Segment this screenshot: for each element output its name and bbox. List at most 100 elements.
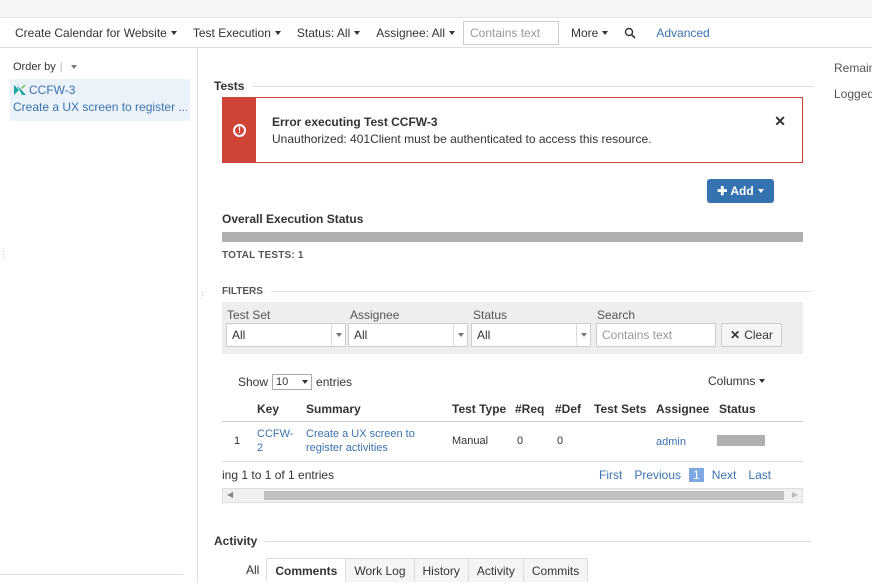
columns-label: Columns [708,374,756,388]
test-key-link[interactable]: CCFW- 2 [257,427,293,455]
filters-panel: Test Set All Assignee All Status All Sea… [222,302,803,354]
assignee-select[interactable]: All [348,323,468,347]
show-label: Show [238,375,269,389]
chevron-down-icon [449,30,455,35]
divider: | [59,61,63,73]
next-page-link[interactable]: Next [712,468,737,482]
total-tests: TOTAL TESTS: 1 [222,250,304,261]
search-label: Search [597,308,636,322]
type-filter[interactable]: Test Execution [193,26,281,40]
column-header-test-sets[interactable]: Test Sets [594,402,646,416]
chevron-down-icon [576,324,590,346]
more-filter[interactable]: More [571,26,609,40]
filters-heading: FILTERS [222,286,811,297]
project-filter-label: Create Calendar for Website [15,25,167,40]
entries-label: entries [316,375,353,389]
table-row: 1 CCFW- 2 Create a UX screen to register a… [222,422,803,462]
tab-history[interactable]: History [413,558,469,582]
first-page-link[interactable]: First [599,468,622,482]
add-button[interactable]: ✚ Add [707,179,774,203]
filter-bar: Create Calendar for Website Test Executi… [0,18,872,48]
assignee-link[interactable]: admin [656,435,686,449]
page-length-control: Show 10 entries [238,374,352,390]
status-filter[interactable]: Status: All [297,26,361,40]
column-header-assignee[interactable]: Assignee [656,402,709,416]
test-execution-icon [14,85,26,95]
previous-page-link[interactable]: Previous [634,468,681,482]
tab-work-log[interactable]: Work Log [345,558,415,582]
test-summary-link[interactable]: Create a UX screen to register activities [306,427,415,455]
test-type: Manual [452,435,489,447]
column-header-test-type[interactable]: Test Type [452,402,506,416]
test-key-line: 2 [257,442,264,454]
issue-key[interactable]: CCFW-3 [13,82,187,98]
clear-button[interactable]: ✕ Clear [721,323,782,347]
chevron-down-icon [757,189,764,193]
pagination: First Previous 1 Next Last [599,468,783,482]
chevron-down-icon [331,324,345,346]
horizontal-scrollbar[interactable]: ◀ ▶ [222,488,803,503]
columns-menu[interactable]: Columns [708,374,766,388]
divider [270,291,811,292]
advanced-search-link[interactable]: Advanced [656,26,709,40]
tab-activity[interactable]: Activity [467,558,524,582]
resize-handle-icon[interactable]: · · · [2,248,5,262]
scroll-left-icon[interactable]: ◀ [227,490,233,499]
chevron-down-icon [70,65,77,69]
column-header-status[interactable]: Status [719,402,756,416]
page-length-select[interactable]: 10 [272,374,313,390]
column-header-summary[interactable]: Summary [306,402,361,416]
list-item[interactable]: CCFW-3 Create a UX screen to register ..… [10,79,190,121]
assignee-label: Assignee [350,308,400,322]
error-strip: ! [223,98,256,162]
assignee-filter[interactable]: Assignee: All [376,26,455,40]
scroll-right-icon[interactable]: ▶ [792,490,798,499]
project-filter[interactable]: Create Calendar for Website [15,26,177,40]
error-text: Unauthorized: 401Client must be authenti… [272,132,652,146]
type-filter-label: Test Execution [192,25,271,40]
chevron-down-icon [602,30,609,35]
plus-icon: ✚ [717,184,728,198]
assignee-filter-label: Assignee: All [376,25,445,40]
error-message: ! Error executing Test CCFW-3 Unauthoriz… [222,97,803,163]
divider [0,574,183,575]
text-search-input[interactable]: Contains text [463,20,559,45]
status-select[interactable]: All [471,323,591,347]
status-label: Status [473,308,508,322]
search-button[interactable] [624,27,636,39]
tab-all[interactable]: All [238,558,267,582]
divider [265,540,812,542]
execution-progress-bar [222,232,803,242]
row-index: 1 [234,435,241,447]
assignee-value: All [354,328,368,342]
test-summary-line: register activities [306,442,388,454]
issue-summary: Create a UX screen to register ... [13,100,187,114]
chevron-down-icon [354,30,361,35]
remaining-label: Remaining [834,61,872,75]
order-by-control[interactable]: Order by | [13,61,77,73]
tab-comments[interactable]: Comments [266,558,347,582]
tests-heading: Tests [214,79,815,93]
activity-tabs: All Comments Work Log History Activity C… [238,558,589,582]
search-icon [625,27,636,39]
time-tracking-pane: Remaining Logged [817,48,872,583]
last-page-link[interactable]: Last [748,468,771,482]
current-page[interactable]: 1 [689,468,704,482]
column-header-key[interactable]: Key [257,402,279,416]
close-icon[interactable]: ✕ [774,113,786,130]
logged-label: Logged [834,87,872,101]
test-set-select[interactable]: All [226,323,346,347]
table-header: Key Summary Test Type #Req #Def Test Set… [222,396,803,422]
tab-commits[interactable]: Commits [522,558,589,582]
issue-detail: Tests ! Error executing Test CCFW-3 Unau… [199,48,817,583]
def-count: 0 [557,435,564,447]
search-input[interactable]: Contains text [596,323,716,347]
chevron-down-icon [759,379,766,383]
test-set-value: All [232,328,246,342]
column-header-def[interactable]: #Def [555,402,581,416]
chevron-down-icon [453,324,467,346]
order-by-label: Order by [13,61,56,73]
scrollbar-thumb[interactable] [264,491,784,500]
table-info: ing 1 to 1 of 1 entries [222,468,335,482]
column-header-req[interactable]: #Req [515,402,544,416]
